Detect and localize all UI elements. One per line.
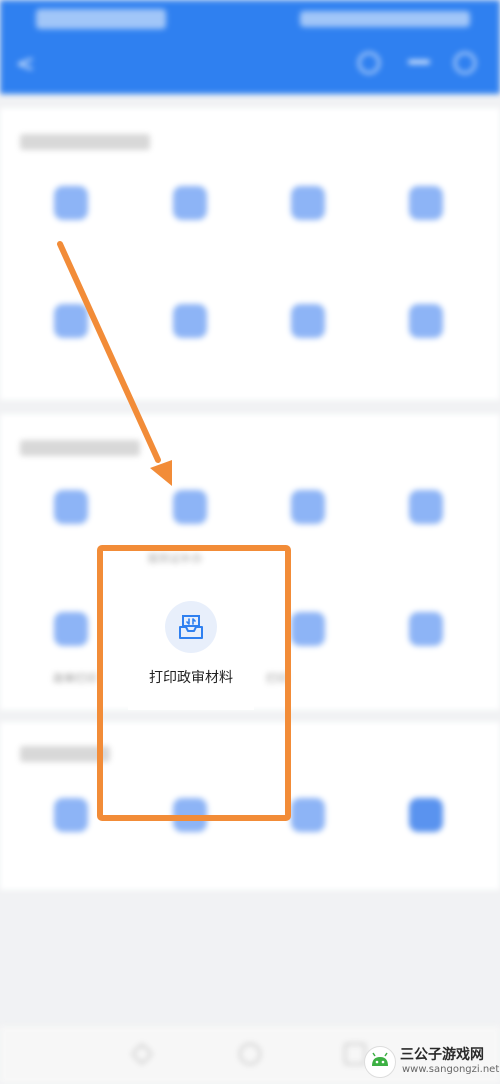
watermark-url: www.sangongzi.net xyxy=(402,1064,500,1075)
annotation-arrow-shaft xyxy=(57,241,161,463)
annotation-arrow-head xyxy=(150,460,172,486)
annotation-overlay xyxy=(57,241,291,821)
annotation-highlight-box xyxy=(97,545,291,821)
watermark-title: 三公子游戏网 xyxy=(400,1047,484,1063)
watermark-logo-icon xyxy=(364,1046,396,1078)
watermark: 三公子游戏网 www.sangongzi.net xyxy=(360,1046,500,1084)
